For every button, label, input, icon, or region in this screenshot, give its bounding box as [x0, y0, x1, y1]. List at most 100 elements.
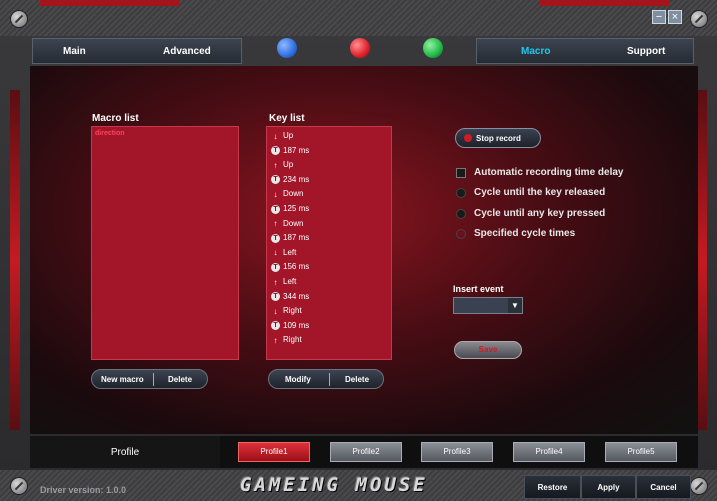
key-list-item[interactable]: T 234 ms: [271, 173, 309, 187]
key-list-item[interactable]: ↓ Down: [271, 187, 304, 201]
screw-icon: [10, 477, 28, 495]
down-arrow-icon: ↓: [273, 248, 278, 258]
key-list-item-label: Up: [283, 160, 294, 170]
insert-event-select[interactable]: ▼: [453, 297, 523, 314]
cycle-until-released-option[interactable]: Cycle until the key released: [456, 187, 605, 198]
option-label: Automatic recording time delay: [474, 167, 624, 178]
radio-button[interactable]: [456, 208, 466, 219]
key-list-title: Key list: [269, 113, 305, 124]
chevron-down-icon[interactable]: ▼: [508, 298, 522, 313]
delete-key-button[interactable]: Delete: [345, 375, 369, 384]
option-label: Cycle until any key pressed: [474, 208, 606, 219]
apply-button[interactable]: Apply: [581, 475, 636, 499]
macro-actions: New macro Delete: [91, 369, 208, 389]
timer-icon: T: [271, 204, 280, 214]
save-button[interactable]: Save: [454, 341, 522, 359]
minimize-button[interactable]: −: [652, 10, 666, 24]
stop-record-label: Stop record: [476, 134, 521, 143]
key-list-item-label: Right: [283, 306, 302, 316]
divider: [153, 373, 154, 386]
blue-led-icon[interactable]: [277, 38, 297, 58]
tab-support[interactable]: Support: [627, 46, 665, 57]
profile-button-4[interactable]: Profile4: [513, 442, 585, 462]
key-list-item-label: Left: [283, 277, 297, 286]
key-list-item[interactable]: ↑ Up: [271, 158, 294, 172]
timer-icon: T: [271, 146, 280, 156]
up-arrow-icon: ↑: [273, 277, 278, 287]
radio-button[interactable]: [456, 187, 466, 198]
tab-main[interactable]: Main: [63, 46, 86, 57]
modify-button[interactable]: Modify: [285, 375, 311, 384]
down-arrow-icon: ↓: [273, 131, 278, 141]
key-list-item[interactable]: ↓ Left: [271, 246, 297, 260]
divider: [329, 373, 330, 386]
timer-icon: T: [271, 233, 280, 243]
up-arrow-icon: ↑: [273, 335, 278, 345]
key-list-item[interactable]: T 125 ms: [271, 202, 309, 216]
cancel-button[interactable]: Cancel: [636, 475, 691, 499]
profile-button-2[interactable]: Profile2: [330, 442, 402, 462]
new-macro-button[interactable]: New macro: [101, 375, 144, 384]
nav-left: Main Advanced: [32, 38, 242, 64]
key-list-item[interactable]: T 187 ms: [271, 144, 309, 158]
key-list-item-label: Down: [283, 218, 304, 228]
key-list-item-label: 234 ms: [283, 174, 310, 184]
profile-button-1[interactable]: Profile1: [238, 442, 310, 462]
down-arrow-icon: ↓: [273, 306, 278, 316]
accent-line-right: [540, 0, 670, 6]
key-list-item-label: Left: [283, 247, 297, 257]
auto-delay-option[interactable]: Automatic recording time delay: [456, 167, 623, 178]
key-list-item-label: 344 ms: [283, 291, 310, 301]
accent-line-left: [40, 0, 180, 6]
key-list-item-label: Down: [283, 189, 304, 199]
key-list-item[interactable]: ↓ Up: [271, 129, 294, 143]
timer-icon: T: [271, 262, 280, 272]
option-label: Specified cycle times: [474, 228, 576, 239]
close-button[interactable]: ×: [668, 10, 682, 24]
key-list-item[interactable]: T 187 ms: [271, 231, 309, 245]
profile-button-5[interactable]: Profile5: [605, 442, 677, 462]
screw-icon: [10, 10, 28, 28]
checkbox[interactable]: [456, 167, 466, 178]
timer-icon: T: [271, 321, 280, 331]
screw-icon: [690, 10, 708, 28]
stop-record-button[interactable]: Stop record: [455, 128, 541, 148]
key-list-item-label: Right: [283, 335, 302, 345]
key-list-item[interactable]: ↑ Left: [271, 275, 297, 289]
restore-button[interactable]: Restore: [524, 475, 581, 499]
key-list-item[interactable]: T 344 ms: [271, 290, 309, 304]
key-list-item-label: Up: [283, 131, 294, 140]
key-list-item-label: 187 ms: [283, 233, 310, 243]
tab-advanced[interactable]: Advanced: [163, 46, 211, 57]
key-list-item[interactable]: ↓ Right: [271, 304, 302, 318]
key-list[interactable]: ↓ Up T 187 ms ↑ Up T 234 ms ↓ Down T 125 ms ↑ Down T 18…: [266, 126, 392, 360]
brand-logo: GAMEING MOUSE: [240, 474, 428, 496]
profile-button-3[interactable]: Profile3: [421, 442, 493, 462]
key-list-item-label: 125 ms: [283, 204, 310, 213]
timer-icon: T: [271, 175, 280, 185]
key-list-item[interactable]: T 156 ms: [271, 260, 309, 274]
down-arrow-icon: ↓: [273, 189, 278, 199]
option-label: Cycle until the key released: [474, 187, 606, 198]
key-actions: Modify Delete: [268, 369, 384, 389]
key-list-item-label: 156 ms: [283, 262, 310, 272]
profile-label: Profile: [30, 436, 220, 468]
nav-right: Macro Support: [476, 38, 694, 64]
red-led-icon[interactable]: [350, 38, 370, 58]
delete-macro-button[interactable]: Delete: [168, 375, 192, 384]
key-list-item[interactable]: ↑ Down: [271, 217, 304, 231]
key-list-item-label: 109 ms: [283, 320, 310, 330]
list-item[interactable]: direction: [95, 130, 125, 137]
specified-cycle-option[interactable]: Specified cycle times: [456, 228, 575, 239]
timer-icon: T: [271, 292, 280, 302]
macro-list-title: Macro list: [92, 113, 139, 124]
radio-button[interactable]: [456, 228, 466, 239]
cycle-until-pressed-option[interactable]: Cycle until any key pressed: [456, 208, 605, 219]
screw-icon: [690, 477, 708, 495]
up-arrow-icon: ↑: [273, 160, 278, 170]
key-list-item[interactable]: ↑ Right: [271, 333, 302, 347]
green-led-icon[interactable]: [423, 38, 443, 58]
tab-macro[interactable]: Macro: [521, 46, 550, 57]
macro-list[interactable]: direction: [91, 126, 239, 360]
key-list-item[interactable]: T 109 ms: [271, 319, 309, 333]
